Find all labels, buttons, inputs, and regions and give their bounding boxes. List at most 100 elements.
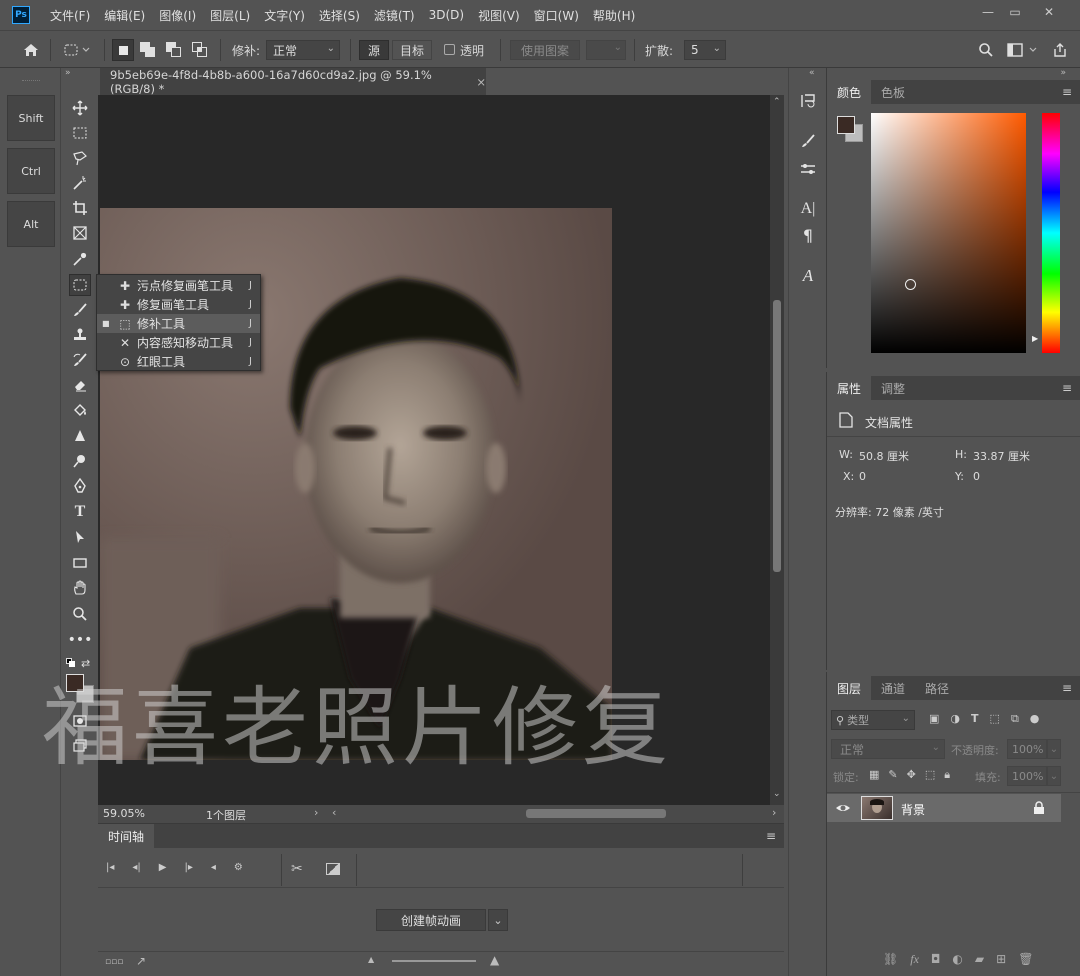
hue-slider-marker-icon[interactable]: ▶ [1032,334,1038,343]
scroll-down-icon[interactable]: ⌄ [773,789,781,799]
tab-swatches[interactable]: 色板 [871,80,915,104]
patch-tool-preset-icon[interactable] [60,40,96,60]
panel-menu-icon[interactable]: ≡ [1062,381,1072,395]
patch-mode-select[interactable]: 正常 ⌄ [266,40,340,60]
timeline-tab[interactable]: 时间轴 [98,824,154,848]
shape-filter-icon[interactable]: ⬚ [990,712,1000,726]
menu-file[interactable]: 文件(F) [50,7,90,24]
next-frame-icon[interactable]: |▸ [184,862,192,878]
menu-layer[interactable]: 图层(L) [210,7,250,24]
create-animation-dropdown-icon[interactable]: ⌄ [488,909,508,931]
blend-mode-select[interactable]: 正常 ⌄ [831,739,945,759]
menu-filter[interactable]: 滤镜(T) [374,7,415,24]
play-icon[interactable]: ▶ [159,862,167,878]
zoom-in-mountain-icon[interactable]: ▲ [490,953,499,967]
ctrl-key-button[interactable]: Ctrl [7,148,55,194]
hand-tool-icon[interactable] [70,578,90,598]
frame-tool-icon[interactable] [70,223,90,243]
foreground-color-swatch[interactable] [837,116,855,134]
close-tab-icon[interactable]: × [476,75,486,89]
add-mask-icon[interactable]: ◘ [931,952,941,967]
swap-colors-icon[interactable]: ⇄ [81,657,90,670]
transition-icon[interactable] [326,863,340,875]
layer-name[interactable]: 背景 [901,801,925,818]
tab-channels[interactable]: 通道 [871,676,915,700]
opacity-dropdown-icon[interactable]: ⌄ [1047,739,1061,759]
scissors-icon[interactable]: ✂ [291,861,303,877]
vertical-scroll-thumb[interactable] [773,300,781,572]
workspace-icon[interactable] [1005,40,1041,60]
flyout-red-eye[interactable]: ⊙ 红眼工具 J [97,352,260,371]
opacity-input[interactable]: 100% [1007,739,1047,759]
adjustment-filter-icon[interactable]: ◑ [950,712,960,726]
zoom-level[interactable]: 59.05% [103,807,145,820]
transparent-checkbox[interactable] [444,44,455,55]
glyphs-panel-icon[interactable]: A [799,266,817,285]
horizontal-scroll-thumb[interactable] [526,809,666,818]
pattern-picker[interactable]: ⌄ [586,40,626,60]
scroll-right-icon[interactable]: › [772,806,776,819]
render-video-icon[interactable]: ↗ [136,954,146,968]
menu-window[interactable]: 窗口(W) [534,7,579,24]
fill-input[interactable]: 100% [1007,766,1047,786]
x-value[interactable]: 0 [859,470,866,483]
type-tool-icon[interactable]: T [70,502,90,522]
path-selection-icon[interactable] [70,527,90,547]
menu-select[interactable]: 选择(S) [319,7,360,24]
collapse-panels-icon[interactable]: » [1060,68,1066,78]
lasso-tool-icon[interactable] [70,148,90,168]
lock-pixels-brush-icon[interactable]: ✎ [888,768,897,782]
tab-layers[interactable]: 图层 [827,676,872,700]
document-tab[interactable]: 9b5eb69e-4f8d-4b8b-a600-16a7d60cd9a2.jpg… [100,68,486,96]
expand-chevron-icon[interactable]: « [809,68,815,78]
width-value[interactable]: 50.8 厘米 [859,448,909,464]
search-icon[interactable] [976,40,996,60]
previous-frame-icon[interactable]: ◂| [132,862,140,878]
intersect-selection-button[interactable] [192,42,208,58]
lock-all-icon[interactable]: 🔒︎ [944,768,950,782]
use-pattern-button[interactable]: 使用图案 [510,40,580,60]
eraser-icon[interactable] [70,375,90,395]
tab-color[interactable]: 颜色 [827,80,872,104]
crop-tool-icon[interactable] [70,198,90,218]
marquee-tool-icon[interactable] [70,123,90,143]
filter-toggle-icon[interactable]: ● [1030,712,1040,726]
tab-paths[interactable]: 路径 [915,676,959,700]
layer-row[interactable]: 背景 [827,794,1061,822]
fill-dropdown-icon[interactable]: ⌄ [1047,766,1061,786]
layer-kind-filter[interactable]: ⚲ 类型 ⌄ [831,710,915,730]
panel-menu-icon[interactable]: ≡ [1062,681,1072,695]
paint-bucket-icon[interactable] [70,400,90,420]
scroll-left-icon[interactable]: ‹ [332,806,336,819]
height-value[interactable]: 33.87 厘米 [973,448,1030,464]
close-window-button[interactable]: ✕ [1036,3,1062,21]
dodge-tool-icon[interactable] [70,451,90,471]
blur-tool-icon[interactable] [70,426,90,446]
shift-key-button[interactable]: Shift [7,95,55,141]
alt-key-button[interactable]: Alt [7,201,55,247]
zoom-tool-icon[interactable] [70,604,90,624]
patch-tool-icon[interactable] [69,274,91,296]
link-layers-icon[interactable]: ⛓ [883,952,898,967]
brush-settings-icon[interactable] [799,132,817,150]
type-filter-icon[interactable]: T [971,712,979,726]
home-icon[interactable] [20,40,42,60]
y-value[interactable]: 0 [973,470,980,483]
more-tools-icon[interactable]: ••• [68,630,93,650]
paragraph-panel-icon[interactable]: ¶ [799,226,817,245]
source-button[interactable]: 源 [359,40,389,60]
menu-3d[interactable]: 3D(D) [429,8,464,22]
flyout-patch-tool[interactable]: ■ ⬚ 修补工具 J [97,314,260,333]
audio-icon[interactable]: ◂ [211,862,216,878]
smart-object-filter-icon[interactable]: ⧉ [1011,712,1019,726]
share-icon[interactable] [1050,40,1070,60]
collapse-chevron-icon[interactable]: » [65,68,71,78]
new-selection-button[interactable] [112,39,134,61]
menu-edit[interactable]: 编辑(E) [104,7,145,24]
image-filter-icon[interactable]: ▣ [929,712,939,726]
layer-style-fx-icon[interactable]: fx [910,952,919,967]
menu-view[interactable]: 视图(V) [478,7,520,24]
adjustment-layer-icon[interactable]: ◐ [952,952,962,967]
color-picker-cursor[interactable] [905,279,916,290]
scroll-up-icon[interactable]: ⌃ [773,97,781,107]
